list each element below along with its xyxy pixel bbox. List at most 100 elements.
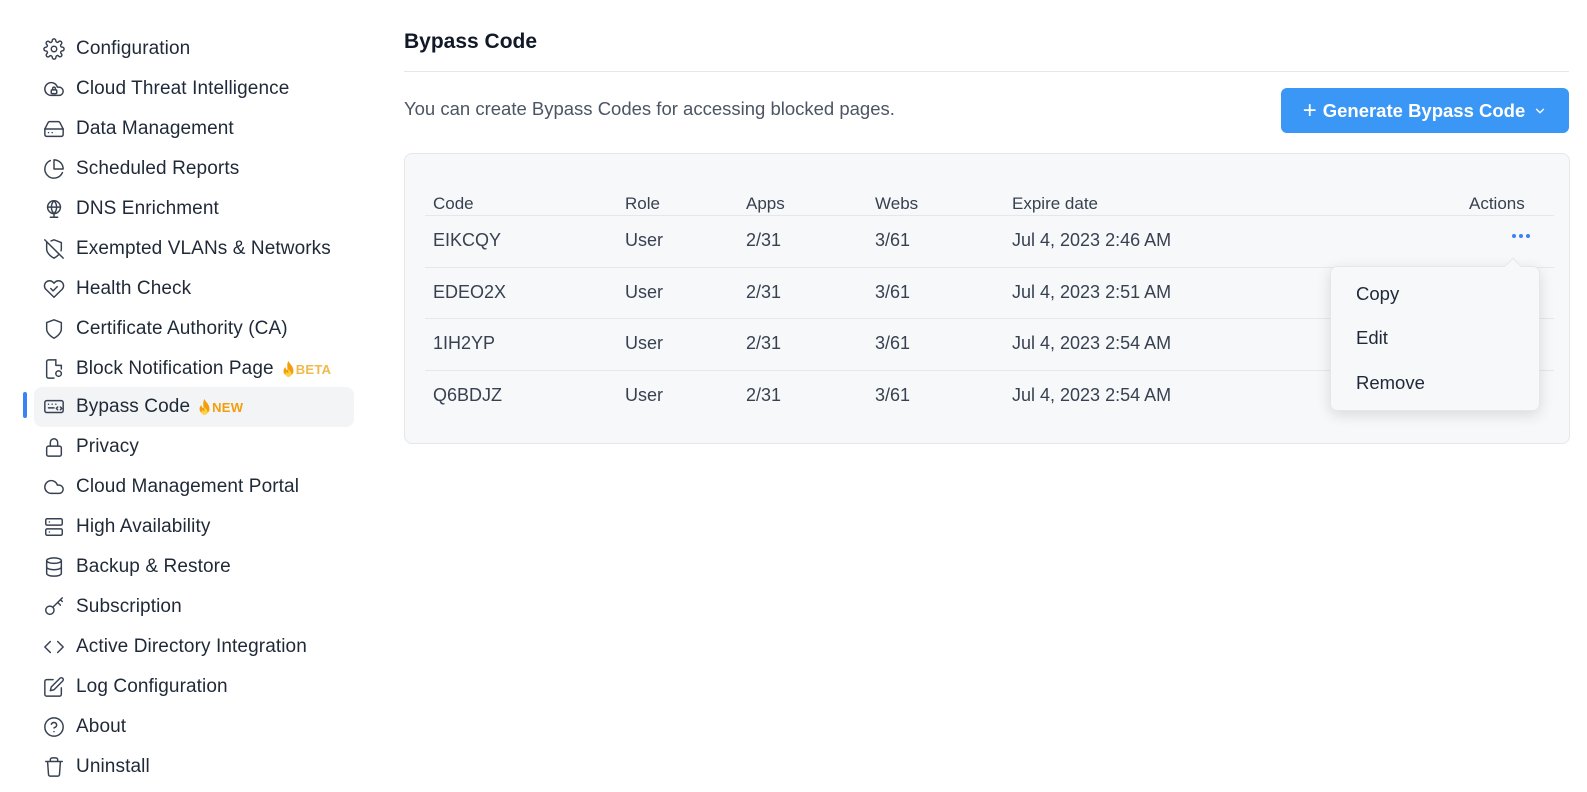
sidebar-item-high-availability[interactable]: High Availability [34, 507, 354, 547]
column-header-expire-date[interactable]: Expire date [1012, 194, 1098, 214]
sidebar-item-bypass-code[interactable]: Bypass Code NEW [34, 387, 354, 427]
column-header-webs[interactable]: Webs [875, 194, 918, 214]
trash-icon [42, 755, 66, 779]
sidebar-item-label: Data Management [76, 118, 234, 139]
file-gear-icon [42, 357, 66, 381]
sidebar: Configuration Cloud Threat Intelligence … [0, 0, 370, 792]
sidebar-item-configuration[interactable]: Configuration [34, 29, 354, 69]
active-indicator [23, 392, 27, 418]
globe-icon [42, 197, 66, 221]
bypass-code-table: Code Role Apps Webs Expire date Actions … [404, 153, 1570, 444]
sidebar-item-log-configuration[interactable]: Log Configuration [34, 667, 354, 707]
beta-badge: BETA [282, 361, 332, 377]
sidebar-item-label: Cloud Threat Intelligence [76, 78, 290, 99]
generate-button-label: Generate Bypass Code [1322, 99, 1526, 121]
shield-icon [42, 317, 66, 341]
header-divider [425, 215, 1554, 216]
drive-icon [42, 117, 66, 141]
page-title: Bypass Code [404, 30, 538, 53]
cell-role: User [625, 333, 664, 353]
lock-icon [42, 435, 66, 459]
cell-apps: 2/31 [746, 333, 782, 353]
flame-icon [199, 399, 210, 415]
code-icon [42, 635, 66, 659]
badge-label: BETA [295, 361, 332, 377]
sidebar-item-cloud-management-portal[interactable]: Cloud Management Portal [34, 467, 354, 507]
sidebar-item-label: Certificate Authority (CA) [76, 318, 288, 339]
sidebar-item-uninstall[interactable]: Uninstall [34, 747, 354, 787]
flame-icon [283, 361, 294, 377]
keyboard-code-icon [42, 395, 66, 419]
badge-label: NEW [212, 399, 244, 415]
column-header-code[interactable]: Code [433, 194, 474, 214]
sidebar-item-dns-enrichment[interactable]: DNS Enrichment [34, 189, 354, 229]
sidebar-item-certificate-authority[interactable]: Certificate Authority (CA) [34, 309, 354, 349]
cell-expire-date: Jul 4, 2023 2:54 AM [1012, 385, 1172, 405]
page-description: You can create Bypass Codes for accessin… [404, 98, 895, 119]
column-header-actions: Actions [1469, 194, 1525, 213]
sidebar-item-data-management[interactable]: Data Management [34, 109, 354, 149]
sidebar-item-label: Scheduled Reports [76, 158, 240, 179]
sidebar-item-scheduled-reports[interactable]: Scheduled Reports [34, 149, 354, 189]
sidebar-item-about[interactable]: About [34, 707, 354, 747]
menu-item-edit[interactable]: Edit [1356, 327, 1388, 349]
cell-code: EIKCQY [433, 230, 502, 250]
column-header-role[interactable]: Role [625, 194, 660, 214]
sidebar-item-label: About [76, 716, 127, 737]
cloud-lock-icon [42, 77, 66, 101]
cell-expire-date: Jul 4, 2023 2:54 AM [1012, 333, 1172, 353]
cell-expire-date: Jul 4, 2023 2:46 AM [1012, 230, 1172, 250]
sidebar-item-active-directory-integration[interactable]: Active Directory Integration [34, 627, 354, 667]
sidebar-item-label: Health Check [76, 278, 192, 299]
column-header-apps[interactable]: Apps [746, 194, 785, 214]
cell-expire-date: Jul 4, 2023 2:51 AM [1012, 282, 1172, 302]
sidebar-item-block-notification-page[interactable]: Block Notification Page BETA [34, 349, 354, 389]
sidebar-item-label: Active Directory Integration [76, 636, 307, 657]
cloud-icon [42, 475, 66, 499]
sidebar-item-label: Configuration [76, 38, 191, 59]
title-divider [404, 71, 1569, 72]
database-icon [42, 555, 66, 579]
actions-dropdown-menu: Copy Edit Remove [1330, 257, 1540, 411]
sidebar-item-cloud-threat-intelligence[interactable]: Cloud Threat Intelligence [34, 69, 354, 109]
cell-apps: 2/31 [746, 385, 782, 405]
edit-icon [42, 675, 66, 699]
cell-role: User [625, 230, 664, 250]
server-icon [42, 515, 66, 539]
cell-webs: 3/61 [875, 230, 911, 250]
sidebar-item-exempted-vlans[interactable]: Exempted VLANs & Networks [34, 229, 354, 269]
menu-item-remove[interactable]: Remove [1356, 372, 1425, 394]
sidebar-item-label: Block Notification Page [76, 358, 274, 379]
sidebar-item-label: Uninstall [76, 756, 150, 777]
sidebar-item-label: Cloud Management Portal [76, 476, 300, 497]
menu-arrow [1504, 257, 1522, 275]
sidebar-item-label: DNS Enrichment [76, 198, 219, 219]
plus-icon: + [1302, 96, 1317, 124]
key-icon [42, 595, 66, 619]
cell-role: User [625, 385, 664, 405]
sidebar-item-label: Subscription [76, 596, 182, 617]
pie-chart-icon [42, 157, 66, 181]
generate-bypass-code-button[interactable]: + Generate Bypass Code [1281, 88, 1569, 133]
cell-apps: 2/31 [746, 282, 782, 302]
chevron-down-icon [1536, 108, 1545, 113]
cell-webs: 3/61 [875, 282, 911, 302]
shield-off-icon [42, 237, 66, 261]
sidebar-item-label: Privacy [76, 436, 139, 457]
sidebar-item-subscription[interactable]: Subscription [34, 587, 354, 627]
cell-webs: 3/61 [875, 333, 911, 353]
gear-icon [42, 37, 66, 61]
menu-item-copy[interactable]: Copy [1356, 283, 1399, 305]
cell-apps: 2/31 [746, 230, 782, 250]
sidebar-item-label: Backup & Restore [76, 556, 231, 577]
sidebar-item-health-check[interactable]: Health Check [34, 269, 354, 309]
cell-code: Q6BDJZ [433, 385, 503, 405]
more-actions-button[interactable] [1506, 226, 1536, 246]
heart-check-icon [42, 277, 66, 301]
main-content: Bypass Code You can create Bypass Codes … [404, 0, 1571, 792]
sidebar-item-backup-restore[interactable]: Backup & Restore [34, 547, 354, 587]
new-badge: NEW [198, 399, 243, 415]
cell-code: 1IH2YP [433, 333, 496, 353]
sidebar-item-privacy[interactable]: Privacy [34, 427, 354, 467]
sidebar-item-label: Exempted VLANs & Networks [76, 238, 331, 259]
